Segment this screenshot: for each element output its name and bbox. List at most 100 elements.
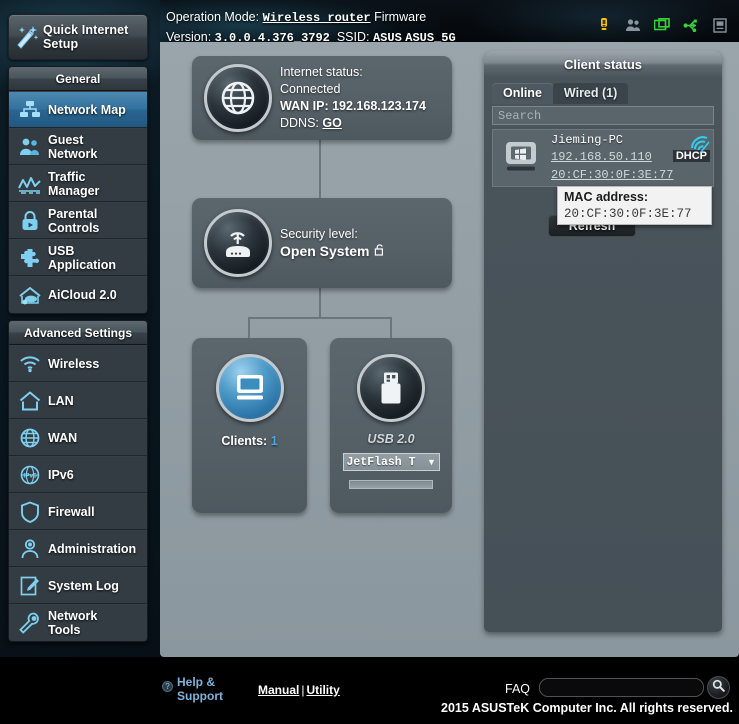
sidebar-item-aicloud[interactable]: AiCloud 2.0 bbox=[9, 276, 147, 313]
printer-icon[interactable] bbox=[711, 16, 729, 34]
sidebar-item-guest-network[interactable]: Guest Network bbox=[9, 128, 147, 165]
aicloud-icon bbox=[15, 280, 45, 310]
network-map-icon bbox=[15, 95, 45, 125]
client-list: Jieming-PC 192.168.50.110 20:CF:30:0F:3E… bbox=[492, 129, 714, 187]
ipv6-icon: IPv6 bbox=[15, 460, 45, 490]
security-level-node[interactable]: Security level: Open System bbox=[192, 198, 452, 288]
sidebar-item-network-map-label: Network Map bbox=[48, 102, 126, 117]
wireless-signal-icon bbox=[689, 134, 711, 159]
sidebar-item-usb-application[interactable]: USB Application bbox=[9, 239, 147, 276]
clients-node[interactable]: Clients: 1 bbox=[192, 338, 307, 513]
lan-icon bbox=[15, 386, 45, 416]
usb-title-label: USB 2.0 bbox=[367, 432, 415, 446]
globe-icon bbox=[204, 64, 272, 132]
usb-device-select[interactable]: JetFlash T ▼ bbox=[342, 453, 440, 471]
svg-text:IPv6: IPv6 bbox=[23, 472, 37, 479]
sidebar-item-network-map[interactable]: Network Map bbox=[9, 91, 147, 128]
sidebar-item-wireless-label: Wireless bbox=[48, 356, 100, 371]
footer-links: Manual | Utility bbox=[258, 683, 340, 697]
sidebar-item-lan[interactable]: LAN bbox=[9, 382, 147, 419]
faq-search-button[interactable] bbox=[707, 676, 730, 699]
traffic-manager-icon bbox=[15, 169, 45, 199]
mac-address-tooltip-value: 20:CF:30:0F:3E:77 bbox=[564, 207, 692, 221]
client-device-ip[interactable]: 192.168.50.110 bbox=[551, 150, 652, 164]
operation-mode-value[interactable]: Wireless router bbox=[263, 11, 371, 25]
sidebar-item-wan[interactable]: WAN bbox=[9, 419, 147, 456]
sidebar-item-ipv6-label: IPv6 bbox=[48, 467, 74, 482]
client-status-tabs: Online Wired (1) bbox=[484, 77, 722, 104]
connector-horizontal bbox=[248, 317, 392, 319]
sidebar-item-usb-application-label: USB Application bbox=[48, 243, 117, 272]
firewall-icon bbox=[15, 497, 45, 527]
sidebar-group-general-title: General bbox=[9, 67, 147, 91]
usb-application-icon bbox=[15, 243, 45, 273]
faq-search-input[interactable] bbox=[539, 678, 704, 697]
sidebar-item-network-tools-label: Network Tools bbox=[48, 609, 98, 637]
administration-icon bbox=[15, 534, 45, 564]
network-tools-icon bbox=[15, 608, 45, 638]
client-status-title: Client status bbox=[484, 51, 722, 77]
faq-label: FAQ bbox=[505, 682, 531, 696]
quick-internet-setup-label: Quick Internet Setup bbox=[43, 23, 129, 51]
sidebar-item-guest-network-label: Guest Network bbox=[48, 132, 98, 161]
operation-mode-label: Operation Mode: bbox=[166, 10, 260, 24]
search-icon bbox=[712, 679, 725, 697]
tab-online[interactable]: Online bbox=[492, 83, 553, 104]
internet-status-node[interactable]: Internet status: Connected WAN IP: 192.1… bbox=[192, 56, 452, 140]
usb-icon[interactable] bbox=[682, 16, 700, 34]
usb-device-selected-value: JetFlash T bbox=[346, 455, 416, 469]
chevron-down-icon: ▼ bbox=[427, 457, 436, 467]
sidebar-item-aicloud-label: AiCloud 2.0 bbox=[48, 288, 117, 302]
sidebar-item-system-log[interactable]: System Log bbox=[9, 567, 147, 604]
sidebar-item-administration-label: Administration bbox=[48, 541, 137, 556]
usb-drive-icon bbox=[357, 354, 425, 422]
router-icon bbox=[204, 209, 272, 277]
mac-address-tooltip: MAC address: 20:CF:30:0F:3E:77 bbox=[557, 186, 712, 225]
utility-link[interactable]: Utility bbox=[306, 683, 339, 697]
quick-internet-setup-button[interactable]: Quick Internet Setup bbox=[8, 14, 148, 60]
sidebar-group-advanced-title: Advanced Settings bbox=[9, 321, 147, 345]
windows-pc-icon bbox=[496, 136, 546, 180]
sidebar-item-traffic-manager[interactable]: Traffic Manager bbox=[9, 165, 147, 202]
sidebar-item-administration[interactable]: Administration bbox=[9, 530, 147, 567]
sidebar-item-firewall-label: Firewall bbox=[48, 504, 95, 519]
client-status-panel: Client status Online Wired (1) Search Ji… bbox=[484, 51, 722, 632]
client-list-item[interactable]: Jieming-PC 192.168.50.110 20:CF:30:0F:3E… bbox=[492, 129, 714, 187]
client-search-input[interactable]: Search bbox=[492, 106, 714, 125]
magic-wand-icon bbox=[9, 24, 43, 50]
sidebar-item-wan-label: WAN bbox=[48, 430, 78, 445]
guest-network-icon[interactable] bbox=[624, 16, 642, 34]
tab-wired[interactable]: Wired (1) bbox=[552, 83, 629, 104]
sidebar-group-advanced: Advanced Settings Wireless LAN WAN IPv6 … bbox=[8, 320, 148, 642]
security-level-text: Security level: Open System bbox=[280, 226, 385, 261]
client-device-info: Jieming-PC 192.168.50.110 20:CF:30:0F:3E… bbox=[546, 133, 713, 183]
sidebar-item-parental-controls-label: Parental Controls bbox=[48, 206, 100, 235]
sidebar-item-parental-controls[interactable]: Parental Controls bbox=[9, 202, 147, 239]
help-support-link[interactable]: ? Help & Support bbox=[162, 675, 223, 703]
sidebar-item-firewall[interactable]: Firewall bbox=[9, 493, 147, 530]
wan-ip-value: 192.168.123.174 bbox=[332, 99, 426, 113]
internet-status-label: Internet status: bbox=[280, 65, 363, 79]
security-level-value: Open System bbox=[280, 243, 370, 259]
sidebar-item-network-tools[interactable]: Network Tools bbox=[9, 604, 147, 641]
connector-internet-to-router bbox=[319, 140, 321, 198]
sidebar-item-system-log-label: System Log bbox=[48, 578, 119, 593]
wan-icon bbox=[15, 423, 45, 453]
client-device-mac[interactable]: 20:CF:30:0F:3E:77 bbox=[551, 168, 673, 182]
wan-ip-label: WAN IP: bbox=[280, 99, 329, 113]
parental-controls-icon bbox=[15, 206, 45, 236]
network-map-icon[interactable] bbox=[653, 16, 671, 34]
alert-icon[interactable] bbox=[595, 16, 613, 34]
ddns-go-link[interactable]: GO bbox=[322, 116, 341, 130]
usb-node[interactable]: USB 2.0 JetFlash T ▼ bbox=[330, 338, 452, 513]
sidebar-item-wireless[interactable]: Wireless bbox=[9, 345, 147, 382]
manual-link[interactable]: Manual bbox=[258, 683, 299, 697]
sidebar-item-ipv6[interactable]: IPv6 IPv6 bbox=[9, 456, 147, 493]
firmware-label: Firmware bbox=[374, 10, 427, 24]
wireless-icon bbox=[15, 349, 45, 379]
client-search-placeholder: Search bbox=[498, 108, 542, 123]
clients-count-label: Clients: 1 bbox=[221, 434, 278, 448]
unlocked-padlock-icon bbox=[374, 243, 385, 261]
header-status-icons bbox=[595, 16, 729, 34]
network-map-diagram: Internet status: Connected WAN IP: 192.1… bbox=[192, 52, 482, 642]
